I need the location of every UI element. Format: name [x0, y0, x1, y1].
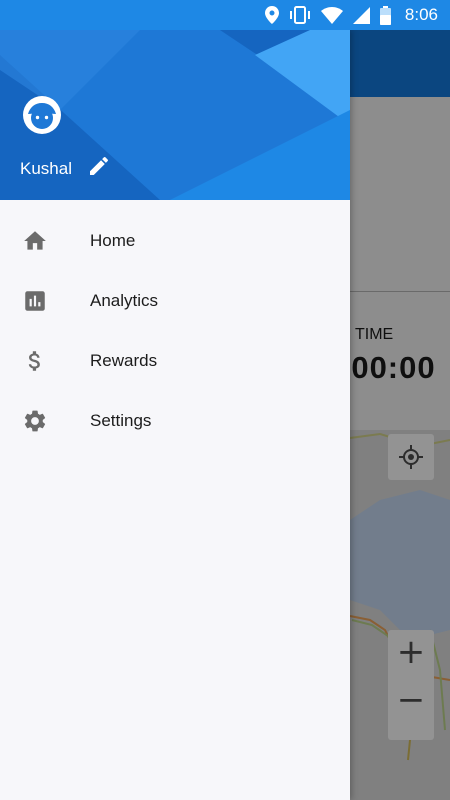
user-name: Kushal	[20, 159, 72, 178]
home-icon	[22, 228, 48, 254]
face-icon	[23, 96, 61, 134]
drawer-menu: Home Analytics Rewards Settings	[0, 210, 350, 450]
menu-label-rewards: Rewards	[90, 351, 158, 370]
wifi-icon	[320, 6, 343, 24]
battery-icon	[379, 5, 391, 25]
gear-icon	[22, 408, 48, 434]
analytics-icon	[22, 288, 48, 314]
status-bar: 8:06	[0, 0, 450, 30]
menu-item-rewards[interactable]: Rewards	[0, 330, 350, 390]
location-icon	[264, 6, 279, 24]
status-time: 8:06	[404, 5, 438, 24]
menu-label-analytics: Analytics	[90, 291, 159, 310]
signal-icon	[352, 6, 370, 24]
status-icons: 8:06	[264, 0, 438, 30]
vibrate-icon	[289, 6, 310, 24]
menu-item-home[interactable]: Home	[0, 210, 350, 270]
menu-label-home: Home	[90, 231, 136, 250]
menu-item-analytics[interactable]: Analytics	[0, 270, 350, 330]
avatar[interactable]	[22, 95, 62, 135]
menu-label-settings: Settings	[90, 411, 152, 430]
drawer-header: Kushal	[0, 30, 350, 200]
edit-profile-button[interactable]	[87, 154, 111, 178]
dollar-icon	[22, 348, 48, 374]
pencil-icon	[90, 156, 109, 175]
navigation-drawer: Kushal Home Analytics Rewards Settings	[0, 30, 350, 800]
menu-item-settings[interactable]: Settings	[0, 390, 350, 450]
